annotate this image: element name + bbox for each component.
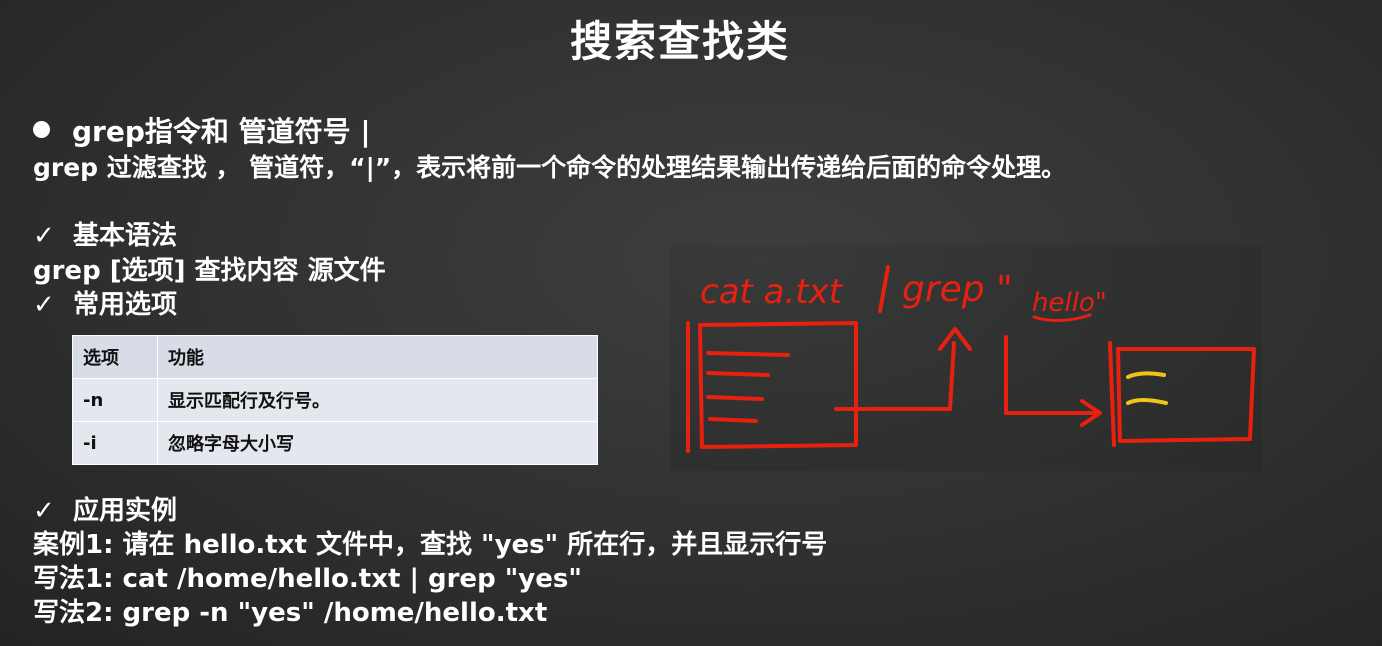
handwriting-cat: cat a.txt	[700, 272, 844, 312]
table-row: -i 忽略字母大小写	[72, 421, 598, 465]
handwriting-hello: hello"	[1032, 288, 1107, 318]
check-mark-icon: ✓	[33, 496, 55, 526]
options-table: 选项 功能 -n 显示匹配行及行号。 -i 忽略字母大小写	[72, 335, 598, 465]
check-mark-icon: ✓	[33, 290, 55, 320]
table-header-row: 选项 功能	[72, 335, 598, 379]
basic-syntax-heading-text: 基本语法	[73, 221, 178, 251]
flow-line	[834, 341, 956, 411]
example-line: 写法1: cat /home/hello.txt | grep "yes"	[33, 564, 582, 594]
text-line	[708, 417, 758, 423]
function-cell: 忽略字母大小写	[157, 421, 598, 465]
basic-syntax-heading: ✓ 基本语法	[33, 215, 177, 252]
examples-heading: ✓ 应用实例	[33, 490, 177, 527]
pipe-stroke	[878, 265, 890, 313]
common-options-heading-text: 常用选项	[73, 290, 178, 320]
text-line	[706, 351, 790, 357]
table-row: -n 显示匹配行及行号。	[72, 378, 598, 422]
bullet-heading: grep指令和 管道符号 |	[33, 110, 371, 150]
option-cell: -i	[72, 421, 158, 465]
column-header-function: 功能	[157, 335, 598, 379]
text-line	[706, 371, 770, 377]
check-mark-icon: ✓	[33, 221, 55, 251]
column-header-option: 选项	[72, 335, 158, 379]
grep-description: grep 过滤查找 ， 管道符，“|”，表示将前一个命令的处理结果输出传递给后面…	[33, 153, 1067, 182]
pipe-sketch-drawing: cat a.txt grep " hello"	[686, 265, 1256, 453]
examples-heading-text: 应用实例	[73, 496, 178, 526]
pipe-sketch: cat a.txt grep " hello"	[670, 245, 1262, 471]
highlight-line	[1126, 398, 1168, 405]
common-options-heading: ✓ 常用选项	[33, 284, 177, 321]
option-cell: -n	[72, 378, 158, 422]
bullet-heading-text: grep指令和 管道符号 |	[72, 115, 371, 148]
highlight-line	[1126, 371, 1166, 379]
bullet-dot-icon	[33, 121, 50, 138]
slide-title: 搜索查找类	[569, 17, 790, 66]
right-box-edge	[1108, 341, 1116, 447]
syntax-line: grep [选项] 查找内容 源文件	[33, 256, 386, 286]
handwriting-grep: grep "	[902, 269, 1013, 310]
right-box	[1116, 347, 1256, 443]
function-cell: 显示匹配行及行号。	[157, 378, 598, 422]
example-line: 写法2: grep -n "yes" /home/hello.txt	[33, 598, 548, 628]
text-line	[706, 395, 764, 401]
left-box	[698, 321, 858, 449]
example-line: 案例1: 请在 hello.txt 文件中，查找 "yes" 所在行，并且显示行…	[33, 530, 828, 560]
